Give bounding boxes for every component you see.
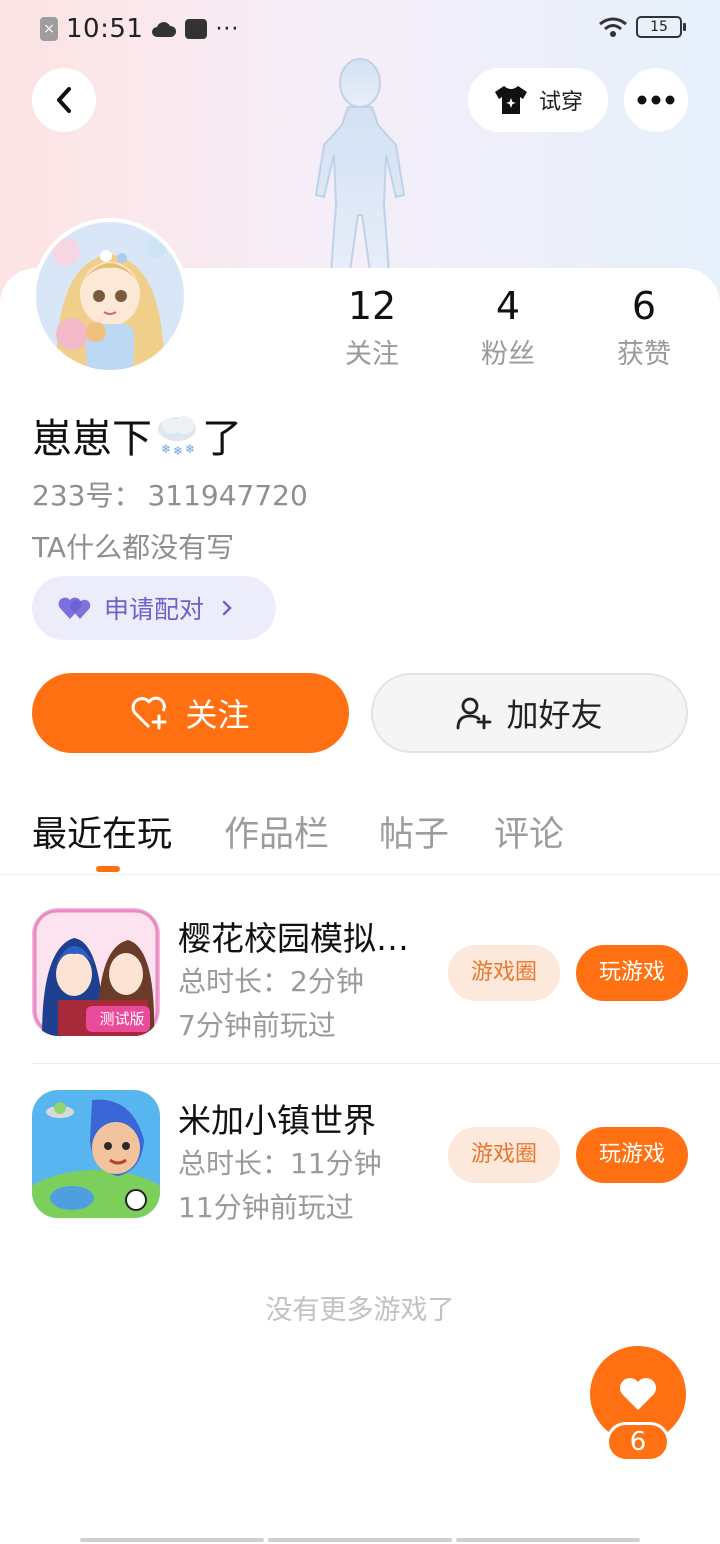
likes-stat[interactable]: 6 获赞 [584,284,704,371]
chevron-right-icon [222,600,232,616]
game-total-time: 总时长：11分钟 [178,1147,382,1180]
more-options-button[interactable] [624,68,688,132]
add-user-icon [457,697,492,730]
chevron-left-icon [57,87,71,113]
tab-recently-played[interactable]: 最近在玩 [32,806,172,857]
tab-posts[interactable]: 帖子 [379,806,449,857]
avatar[interactable] [32,218,188,374]
apply-pair-label: 申请配对 [104,595,205,624]
tshirt-sparkle-icon [494,86,527,114]
follow-label: 关注 [185,696,250,734]
game-total-time: 总时长：2分钟 [178,965,364,998]
svg-text:❄: ❄ [185,442,195,456]
anime-girl-avatar-image [36,222,184,370]
user-id-value[interactable]: 311947720 [147,479,307,512]
double-heart-icon [58,597,91,619]
follow-button[interactable]: 关注 [32,673,349,753]
cloud-icon [152,22,177,37]
game-list-item[interactable]: 测试版 樱花校园模拟… 总时长：2分钟 7分钟前玩过 游戏圈 玩游戏 [0,908,720,1058]
heart-plus-icon [132,696,167,730]
following-count: 12 [347,284,397,328]
game-icon-image [32,1090,160,1218]
user-id: 233号： 311947720 [32,474,314,514]
play-game-button[interactable]: 玩游戏 [576,945,688,1001]
back-button[interactable] [32,68,96,132]
try-on-button[interactable]: 试穿 [468,68,608,132]
test-version-badge: 测试版 [99,1010,145,1028]
game-name: 樱花校园模拟… [178,919,409,958]
tabs-divider [0,874,720,875]
try-on-label: 试穿 [538,90,583,115]
likes-count: 6 [631,284,657,328]
following-stat[interactable]: 12 关注 [312,284,432,371]
snow-cloud-emoji-icon: ❄ ❄ ❄ [158,416,196,457]
bio-text: TA什么都没有写 [32,531,235,564]
user-id-label: 233号： [32,479,142,512]
game-name: 米加小镇世界 [178,1101,376,1140]
status-bar: × 10:51 ··· 15 [0,0,720,58]
followers-count: 4 [495,284,521,328]
tab-works[interactable]: 作品栏 [224,806,329,857]
game-list-item[interactable]: 米加小镇世界 总时长：11分钟 11分钟前玩过 游戏圈 玩游戏 [0,1090,720,1240]
followers-label: 粉丝 [481,339,535,370]
profile-stats: 12 关注 4 粉丝 6 获赞 [300,284,720,374]
more-dots-icon [637,95,675,105]
apply-pair-button[interactable]: 申请配对 [32,576,276,640]
svg-text:❄: ❄ [161,442,171,456]
game-circle-button[interactable]: 游戏圈 [448,945,560,1001]
list-divider [32,1063,720,1064]
status-time: 10:51 [66,14,144,44]
add-friend-button[interactable]: 加好友 [371,673,688,753]
app-notification-icon [185,19,208,39]
active-tab-indicator [96,866,120,872]
avatar-figure-illustration [314,58,406,285]
game-last-played: 7分钟前玩过 [178,1009,336,1042]
wifi-icon [599,17,627,37]
notification-icon: × [40,17,58,41]
nav-bar-segment [268,1538,452,1542]
game-last-played: 11分钟前玩过 [178,1191,354,1224]
game-circle-button[interactable]: 游戏圈 [448,1127,560,1183]
nav-bar-segment [456,1538,640,1542]
nickname-text-end: 了 [202,416,242,462]
svg-text:❄: ❄ [173,444,183,457]
sakura-school-game-icon[interactable]: 测试版 [32,908,160,1036]
nickname-text-start: 崽崽下 [32,416,152,462]
nickname: 崽崽下 ❄ ❄ ❄ 了 [32,406,242,464]
followers-stat[interactable]: 4 粉丝 [448,284,568,371]
tab-comments[interactable]: 评论 [494,806,564,857]
following-label: 关注 [345,339,399,370]
add-friend-label: 加好友 [506,696,603,734]
play-game-button[interactable]: 玩游戏 [576,1127,688,1183]
heart-icon [620,1378,656,1410]
miga-town-game-icon[interactable] [32,1090,160,1218]
no-more-games-text: 没有更多游戏了 [265,1295,455,1326]
battery-indicator: 15 [636,16,686,38]
like-count-badge: 6 [606,1422,670,1462]
more-notifications-indicator: ··· [215,16,240,42]
gesture-navigation-bar[interactable] [80,1538,640,1542]
likes-label: 获赞 [617,339,671,370]
nav-bar-segment [80,1538,264,1542]
